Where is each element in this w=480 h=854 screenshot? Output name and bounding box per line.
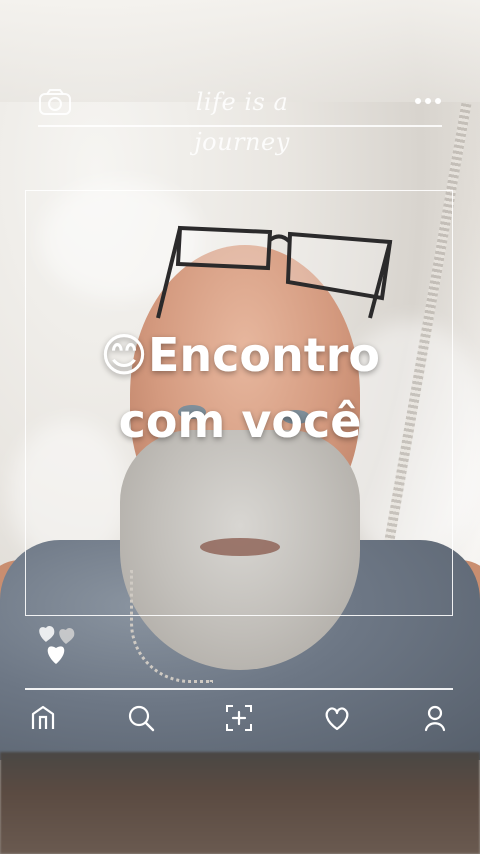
hearts-icon <box>39 626 75 664</box>
nav-home-button[interactable] <box>25 700 61 736</box>
search-icon <box>128 705 155 732</box>
profile-icon <box>424 705 446 732</box>
bottom-blur-band <box>0 752 480 854</box>
headline-line-1: 😊Encontro <box>99 328 381 382</box>
heart-icon <box>325 707 349 731</box>
photo-stage: life is a journey 😊Encontro com você <box>0 0 480 854</box>
nav-profile-button[interactable] <box>417 700 453 736</box>
headline: 😊Encontro com você <box>40 322 440 454</box>
nav-add-button[interactable] <box>221 700 257 736</box>
home-icon <box>31 705 55 729</box>
add-post-icon <box>226 705 252 731</box>
camera-icon[interactable] <box>38 88 72 116</box>
nav-search-button[interactable] <box>123 700 159 736</box>
headline-line-2: com você <box>118 394 362 448</box>
overlay-title: life is a journey <box>194 88 290 156</box>
top-divider <box>38 125 442 127</box>
bottom-nav <box>25 698 453 738</box>
more-icon[interactable] <box>414 96 442 106</box>
nav-heart-button[interactable] <box>319 700 355 736</box>
bottom-divider <box>25 688 453 690</box>
